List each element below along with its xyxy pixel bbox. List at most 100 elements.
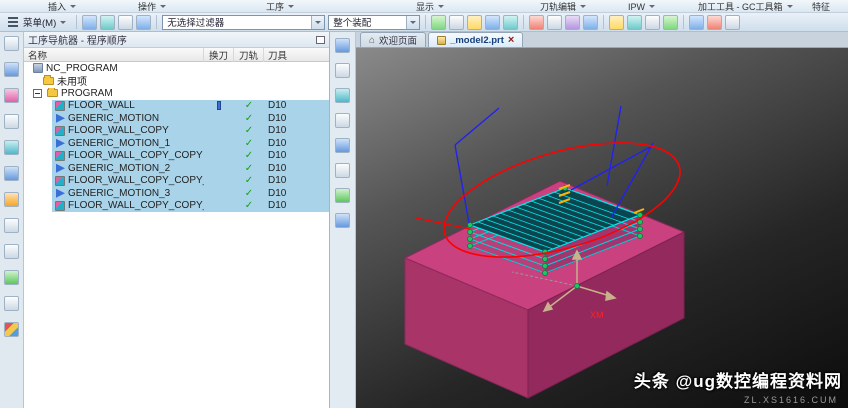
tab-welcome-page[interactable]: 欢迎页面: [360, 32, 427, 47]
tree-row-program[interactable]: PROGRAM: [24, 87, 329, 100]
float-panel-icon[interactable]: [316, 35, 325, 44]
axis-xm-label: XM: [590, 310, 604, 320]
generic-motion-operation-icon: [56, 138, 65, 148]
resource-bar-icon[interactable]: [4, 218, 19, 233]
resource-bar-icon[interactable]: [4, 88, 19, 103]
operation-row[interactable]: FLOOR_WALL_COPY_COPY_1 ✓ D10: [24, 174, 329, 187]
toolbar-icon[interactable]: [725, 14, 741, 30]
chevron-down-icon: [649, 5, 655, 11]
separator: [603, 15, 605, 29]
toolbar-icon[interactable]: [565, 14, 581, 30]
document-tab-bar: 欢迎页面 _model2.prt: [356, 32, 848, 48]
toolbar-icon[interactable]: [663, 14, 679, 30]
ribbon-group-gc-toolbox[interactable]: 加工工具 - GC工具箱: [698, 0, 793, 13]
toolpath-ok-icon: ✓: [244, 100, 254, 112]
graphics-viewport[interactable]: XM 头条 @ug数控编程资料网 ZL.XS1616.CUM: [356, 48, 848, 408]
operation-row[interactable]: GENERIC_MOTION_2 ✓ D10: [24, 162, 329, 175]
separator: [76, 15, 78, 29]
toolbar-icon[interactable]: [547, 14, 563, 30]
chevron-down-icon: [160, 5, 167, 11]
generic-motion-operation-icon: [56, 163, 65, 173]
ribbon-group-feature[interactable]: 特征: [812, 0, 830, 13]
ribbon-group-operation[interactable]: 操作: [138, 0, 167, 13]
column-header-tool[interactable]: 刀具: [264, 48, 329, 62]
resource-bar-icon[interactable]: [4, 140, 19, 155]
resource-bar-icon[interactable]: [4, 114, 19, 129]
toolbar-icon[interactable]: [627, 14, 643, 30]
ribbon-group-bar: 插入 操作 工序 显示 刀轨编辑 IPW 加工工具 - GC工具箱 特征: [0, 0, 848, 13]
resource-bar-icon[interactable]: [4, 322, 19, 337]
operation-row[interactable]: GENERIC_MOTION_1 ✓ D10: [24, 137, 329, 150]
resource-bar-icon[interactable]: [4, 192, 19, 207]
watermark-subtext: ZL.XS1616.CUM: [743, 395, 838, 405]
toolbar-icon[interactable]: [583, 14, 599, 30]
selection-filter-combo[interactable]: 无选择过滤器: [162, 14, 326, 30]
operation-row[interactable]: FLOOR_WALL_COPY_COPY ✓ D10: [24, 149, 329, 162]
home-icon: [369, 35, 375, 46]
toolbar-icon[interactable]: [467, 14, 483, 30]
floor-wall-operation-icon: [55, 200, 65, 211]
resource-bar-icon[interactable]: [4, 244, 19, 259]
toolbar-icon[interactable]: [431, 14, 447, 30]
ribbon-group-insert[interactable]: 插入: [48, 0, 77, 13]
toolbar-icon[interactable]: [609, 14, 625, 30]
resource-bar-icon[interactable]: [4, 62, 19, 77]
menu-button[interactable]: 菜单(M): [2, 14, 71, 30]
toolpath-ok-icon: ✓: [244, 125, 254, 137]
ribbon-group-display[interactable]: 显示: [416, 0, 445, 13]
hamburger-icon: [8, 21, 18, 23]
operation-row[interactable]: FLOOR_WALL_COPY ✓ D10: [24, 124, 329, 137]
side-toolbar-icon[interactable]: [335, 88, 350, 103]
resource-bar-icon[interactable]: [4, 166, 19, 181]
chevron-down-icon: [786, 5, 793, 11]
column-header-toolchange[interactable]: 换刀: [204, 47, 234, 62]
toolbar-icon[interactable]: [82, 14, 98, 30]
folder-icon: [47, 87, 58, 98]
toolbar-icon[interactable]: [485, 14, 501, 30]
chevron-down-icon: [70, 5, 77, 11]
toolbar-icon[interactable]: [118, 14, 134, 30]
combo-arrow-button[interactable]: [311, 15, 325, 29]
floor-wall-operation-icon: [55, 175, 65, 186]
toolbar-icon[interactable]: [136, 14, 152, 30]
floor-wall-operation-icon: [55, 100, 65, 111]
separator: [425, 15, 427, 29]
tab-model2-prt[interactable]: _model2.prt: [428, 32, 524, 47]
navigator-title-bar: 工序导航器 - 程序顺序: [24, 32, 329, 48]
tree-row-unused[interactable]: 未用项: [24, 74, 329, 88]
side-toolbar-icon[interactable]: [335, 163, 350, 178]
resource-bar-icon[interactable]: [4, 270, 19, 285]
resource-bar-icon[interactable]: [4, 36, 19, 51]
ribbon-group-process[interactable]: 工序: [266, 0, 295, 13]
side-toolbar-icon[interactable]: [335, 38, 350, 53]
toolbar-icon[interactable]: [645, 14, 661, 30]
operation-row[interactable]: GENERIC_MOTION ✓ D10: [24, 112, 329, 125]
toolbar-icon[interactable]: [529, 14, 545, 30]
operation-row[interactable]: FLOOR_WALL_COPY_COPY_2 ✓ D10: [24, 199, 329, 212]
ribbon-group-toolpath-edit[interactable]: 刀轨编辑: [540, 0, 587, 13]
column-header-name[interactable]: 名称: [24, 47, 204, 62]
operation-row[interactable]: GENERIC_MOTION_3 ✓ D10: [24, 187, 329, 200]
chevron-down-icon: [410, 20, 417, 27]
toolpath-ok-icon: ✓: [244, 187, 254, 199]
main-toolbar: 菜单(M) 无选择过滤器 整个装配: [0, 13, 848, 32]
collapse-icon[interactable]: [33, 88, 42, 98]
combo-arrow-button[interactable]: [406, 15, 420, 29]
resource-bar-icon[interactable]: [4, 296, 19, 311]
column-header-toolpath[interactable]: 刀轨: [234, 47, 264, 62]
side-toolbar-icon[interactable]: [335, 113, 350, 128]
ribbon-group-ipw[interactable]: IPW: [628, 0, 655, 13]
side-toolbar-icon[interactable]: [335, 188, 350, 203]
operation-row[interactable]: FLOOR_WALL ✓ D10: [24, 99, 329, 112]
toolbar-icon[interactable]: [707, 14, 723, 30]
toolbar-icon[interactable]: [100, 14, 116, 30]
side-toolbar-icon[interactable]: [335, 138, 350, 153]
close-icon[interactable]: [508, 35, 514, 46]
selection-scope-combo[interactable]: 整个装配: [328, 14, 421, 30]
toolbar-icon[interactable]: [689, 14, 705, 30]
side-toolbar-icon[interactable]: [335, 63, 350, 78]
toolbar-icon[interactable]: [449, 14, 465, 30]
side-toolbar-icon[interactable]: [335, 213, 350, 228]
toolpath-ok-icon: ✓: [244, 175, 254, 187]
toolbar-icon[interactable]: [503, 14, 519, 30]
